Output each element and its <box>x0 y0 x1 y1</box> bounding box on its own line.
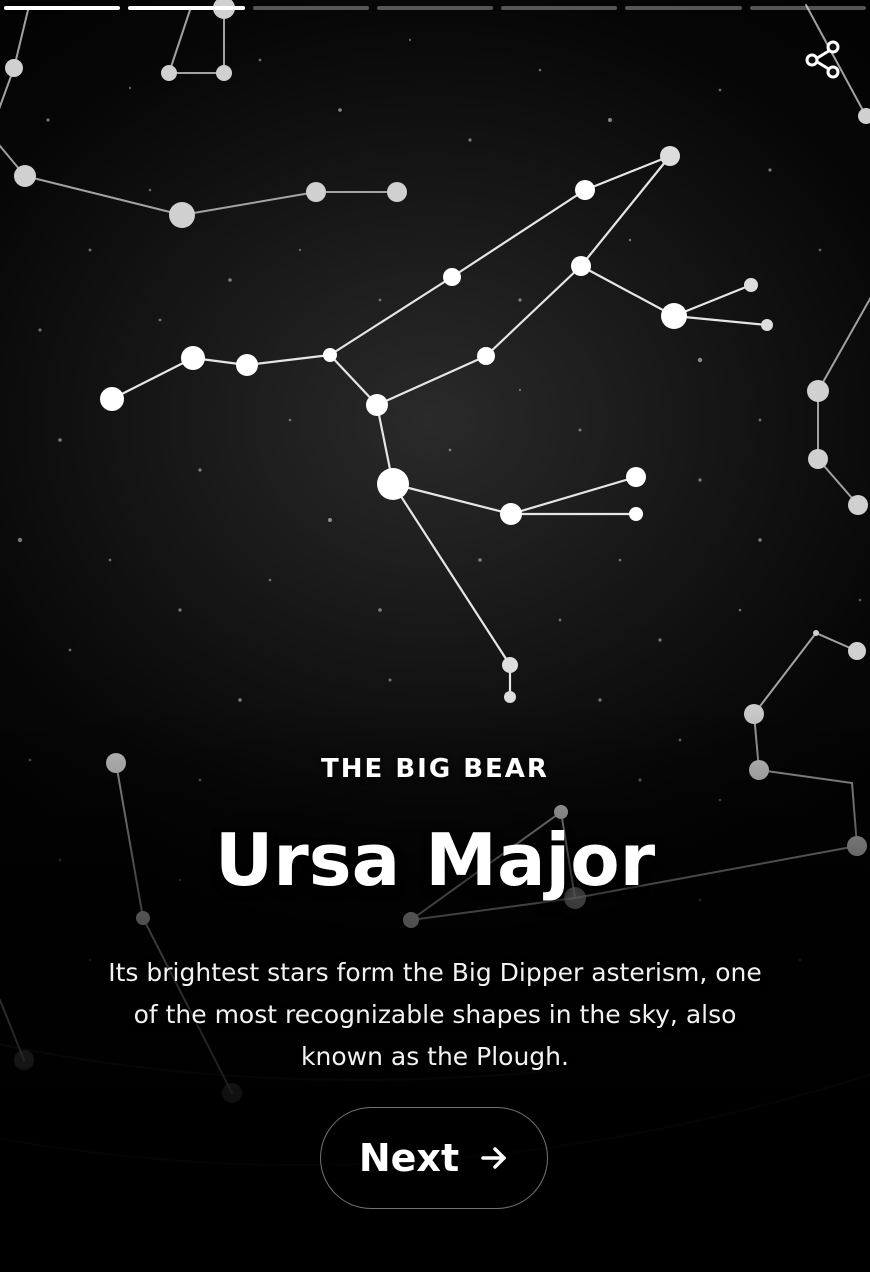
story-screen: THE BIG BEAR Ursa Major Its brightest st… <box>0 0 870 1272</box>
star-map-background <box>0 0 870 1167</box>
story-progress-bar <box>4 6 866 10</box>
share-icon <box>805 40 840 79</box>
slide-content: THE BIG BEAR Ursa Major Its brightest st… <box>0 754 870 1078</box>
progress-segment <box>749 6 866 10</box>
next-button[interactable]: Next <box>320 1107 548 1209</box>
slide-title: Ursa Major <box>214 818 656 902</box>
progress-segment <box>501 6 618 10</box>
slide-description: Its brightest stars form the Big Dipper … <box>108 958 762 1071</box>
share-button[interactable] <box>800 36 846 82</box>
arrow-right-icon <box>481 1147 506 1169</box>
progress-segment <box>128 6 245 10</box>
progress-segment <box>625 6 742 10</box>
ursa-major-constellation <box>100 146 773 703</box>
next-button-label: Next <box>358 1136 460 1180</box>
progress-segment <box>4 6 121 10</box>
progress-segment <box>376 6 494 10</box>
slide-eyebrow: THE BIG BEAR <box>321 754 549 784</box>
progress-segment <box>252 6 369 10</box>
